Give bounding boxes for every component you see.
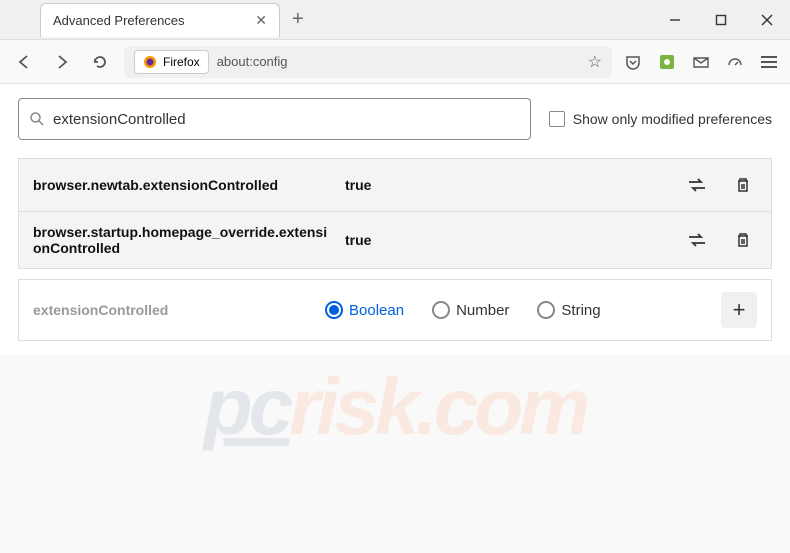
search-row: Show only modified preferences <box>18 98 772 140</box>
show-modified-checkbox-wrap[interactable]: Show only modified preferences <box>549 111 772 127</box>
radio-label: Number <box>456 302 509 319</box>
extension-icon[interactable] <box>656 51 678 73</box>
forward-button[interactable] <box>48 48 76 76</box>
add-preference-button[interactable]: + <box>721 292 757 328</box>
preference-row: browser.startup.homepage_override.extens… <box>19 212 771 268</box>
radio-boolean[interactable]: Boolean <box>325 301 404 319</box>
back-button[interactable] <box>10 48 38 76</box>
toggle-button[interactable] <box>683 226 711 254</box>
toggle-button[interactable] <box>683 171 711 199</box>
new-tab-button[interactable]: + <box>292 8 304 31</box>
close-window-button[interactable] <box>744 0 790 40</box>
menu-button[interactable] <box>758 51 780 73</box>
preference-row: browser.newtab.extensionControlled true <box>19 159 771 212</box>
search-input[interactable] <box>53 111 520 128</box>
preference-actions <box>683 226 757 254</box>
tab-title: Advanced Preferences <box>53 13 185 28</box>
nav-bar: Firefox about:config ☆ <box>0 40 790 84</box>
firefox-logo-icon <box>143 55 157 69</box>
firefox-chip-label: Firefox <box>163 55 200 69</box>
radio-string[interactable]: String <box>537 301 600 319</box>
preference-name: browser.newtab.extensionControlled <box>33 177 333 193</box>
radio-icon <box>432 301 450 319</box>
preference-actions <box>683 171 757 199</box>
firefox-identity-chip[interactable]: Firefox <box>134 50 209 74</box>
pocket-icon[interactable] <box>622 51 644 73</box>
show-modified-label: Show only modified preferences <box>573 111 772 127</box>
new-preference-row: extensionControlled Boolean Number Strin… <box>18 279 772 341</box>
mail-icon[interactable] <box>690 51 712 73</box>
browser-tab[interactable]: Advanced Preferences ✕ <box>40 3 280 37</box>
minimize-button[interactable] <box>652 0 698 40</box>
content-area: Show only modified preferences browser.n… <box>0 84 790 355</box>
preference-value: true <box>345 232 671 248</box>
radio-label: Boolean <box>349 302 404 319</box>
url-text: about:config <box>217 54 288 69</box>
type-radio-group: Boolean Number String <box>325 301 709 319</box>
maximize-button[interactable] <box>698 0 744 40</box>
bookmark-star-icon[interactable]: ☆ <box>588 52 602 72</box>
radio-number[interactable]: Number <box>432 301 509 319</box>
new-preference-name: extensionControlled <box>33 302 313 318</box>
radio-icon <box>537 301 555 319</box>
window-controls <box>652 0 790 40</box>
delete-button[interactable] <box>729 171 757 199</box>
reload-button[interactable] <box>86 48 114 76</box>
toolbar-icons <box>622 51 780 73</box>
delete-button[interactable] <box>729 226 757 254</box>
search-box[interactable] <box>18 98 531 140</box>
search-icon <box>29 111 45 127</box>
radio-label: String <box>561 302 600 319</box>
address-bar[interactable]: Firefox about:config ☆ <box>124 46 612 78</box>
preference-value: true <box>345 177 671 193</box>
preference-name: browser.startup.homepage_override.extens… <box>33 224 333 256</box>
close-tab-icon[interactable]: ✕ <box>255 12 267 29</box>
checkbox-icon[interactable] <box>549 111 565 127</box>
speed-icon[interactable] <box>724 51 746 73</box>
title-bar: Advanced Preferences ✕ + <box>0 0 790 40</box>
preference-list: browser.newtab.extensionControlled true … <box>18 158 772 269</box>
radio-icon <box>325 301 343 319</box>
watermark: pcrisk.com <box>204 361 586 453</box>
